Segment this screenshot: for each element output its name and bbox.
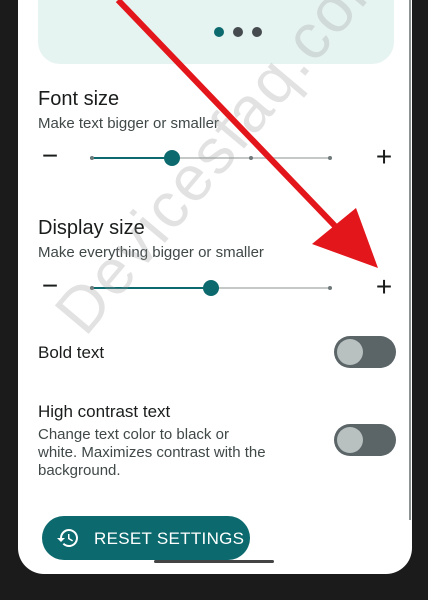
font-size-slider[interactable] — [90, 150, 332, 166]
font-size-subtitle: Make text bigger or smaller — [38, 115, 219, 132]
high-contrast-toggle[interactable] — [334, 424, 396, 456]
navigation-handle[interactable] — [154, 560, 274, 563]
font-size-increase-button[interactable]: + — [372, 143, 396, 171]
slider-tick — [90, 156, 94, 160]
high-contrast-title: High contrast text — [38, 402, 171, 421]
bold-text-title: Bold text — [38, 343, 105, 362]
display-size-slider[interactable] — [90, 280, 332, 296]
reset-settings-label: RESET SETTINGS — [94, 529, 245, 548]
slider-tick — [90, 286, 94, 290]
history-reset-icon — [57, 529, 78, 547]
scrollbar[interactable] — [409, 0, 411, 520]
high-contrast-subtitle-line1: Change text color to black or — [38, 426, 229, 443]
toggle-knob — [337, 339, 363, 365]
font-size-title: Font size — [38, 88, 120, 110]
slider-tick — [328, 156, 332, 160]
display-size-increase-button[interactable]: + — [372, 273, 396, 301]
slider-tick — [328, 286, 332, 290]
font-size-slider-fill — [90, 157, 172, 159]
page-dot[interactable] — [214, 27, 224, 37]
page-indicator — [214, 27, 262, 39]
reset-settings-button[interactable]: RESET SETTINGS — [42, 516, 250, 560]
display-size-slider-thumb[interactable] — [203, 280, 219, 296]
bold-text-toggle[interactable] — [334, 336, 396, 368]
font-size-decrease-button[interactable]: − — [38, 142, 62, 170]
page-dot[interactable] — [233, 27, 243, 37]
high-contrast-subtitle-line3: background. — [38, 462, 121, 479]
display-size-slider-fill — [90, 287, 211, 289]
phone-frame: Font size Make text bigger or smaller − … — [0, 0, 428, 600]
display-size-subtitle: Make everything bigger or smaller — [38, 244, 264, 261]
display-size-decrease-button[interactable]: − — [38, 272, 62, 300]
page-dot[interactable] — [252, 27, 262, 37]
high-contrast-subtitle-line2: white. Maximizes contrast with the — [38, 444, 266, 461]
display-size-title: Display size — [38, 217, 145, 239]
settings-screen: Font size Make text bigger or smaller − … — [18, 0, 412, 574]
preview-card — [38, 0, 394, 64]
slider-tick — [249, 156, 253, 160]
toggle-knob — [337, 427, 363, 453]
font-size-slider-thumb[interactable] — [164, 150, 180, 166]
